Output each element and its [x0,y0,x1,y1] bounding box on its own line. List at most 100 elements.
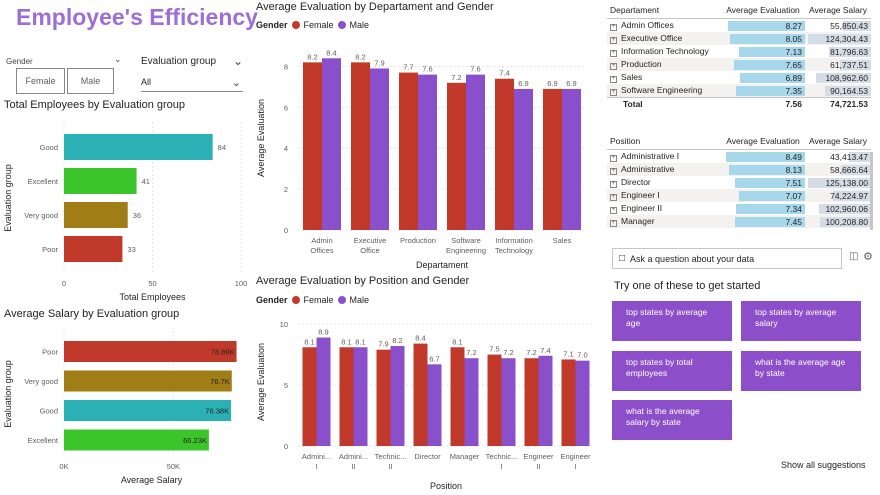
qa-input[interactable]: □ Ask a question about your data [612,248,842,269]
data-label: 7.5 [489,345,499,354]
table-row[interactable]: + Software Engineering 7.35 90,164.53 [607,84,871,97]
emp-chart-title: Total Employees by Evaluation group [4,99,185,111]
x-tick-label: 0K [59,462,68,471]
pos-table-scrollbar[interactable] [870,152,873,230]
suggestion-button[interactable]: what is the average salary by state [612,400,732,440]
column-header[interactable]: Position [607,136,721,146]
expand-icon[interactable]: + [610,220,617,227]
bar [64,202,128,228]
data-label: 8.4 [415,334,425,343]
expand-icon[interactable]: + [610,89,617,96]
pos-table: Position Average Evaluation Average Salary… [607,133,871,228]
column-header[interactable]: Departament [607,5,721,15]
pos-legend-male[interactable]: Male [350,295,370,305]
row-label: + Executive Office [607,33,721,44]
eval-slicer-label: Evaluation group [141,56,217,67]
y-axis-label: Evaluation group [3,164,13,232]
column-header[interactable]: Average Salary [805,5,871,15]
dept-legend-female[interactable]: Female [304,20,334,30]
table-row[interactable]: + Director 7.51 125,138.00 [607,176,871,189]
y-tick-label: Poor [42,348,58,357]
table-row[interactable]: + Information Technology 7.13 81,796.63 [607,45,871,58]
bar [64,236,123,262]
column-header[interactable]: Average Evaluation [721,136,805,146]
avg-evaluation-cell: 8.49 [721,151,805,162]
convert-icon[interactable]: ◫ [849,251,858,262]
y-tick-label: 10 [280,320,288,329]
gender-female-button[interactable]: Female [16,68,65,94]
gender-male-button[interactable]: Male [67,68,114,94]
expand-icon[interactable]: + [610,181,617,188]
table-row[interactable]: + Engineer I 7.07 74,224.97 [607,189,871,202]
sal-chart-title: Average Salary by Evaluation group [4,308,180,320]
expand-icon[interactable]: + [610,207,617,214]
table-row[interactable]: + Executive Office 8.05 124,304.43 [607,32,871,45]
emp-chart: 0 50 100 Good 84 Excellent 41 Very good 36 Poor 33… [3,122,248,302]
avg-evaluation-cell: 6.89 [721,72,805,83]
dept-legend-male[interactable]: Male [350,20,370,30]
pos-legend-title: Gender [256,295,288,305]
suggestion-button[interactable]: top states by average age [612,301,732,341]
eval-slicer-chevron-icon[interactable]: ⌄ [233,54,243,68]
x-tick-label: Admini... [339,452,368,461]
data-label: 7.2 [503,348,513,357]
table-row[interactable]: + Administrative I 8.49 43,413.47 [607,150,871,163]
y-tick-label: 0 [284,442,288,451]
data-label: 8.2 [355,52,365,61]
gender-chevron-icon[interactable]: ⌄ [114,54,122,65]
data-label: 66.23K [183,436,207,445]
dropdown-chevron-icon: ⌄ [231,76,241,89]
bar [303,62,322,230]
x-axis-label: Average Salary [121,475,183,485]
avg-evaluation-cell: 7.34 [721,203,805,214]
bar [501,358,516,446]
x-tick-label: Technic... [375,452,407,461]
bar [316,337,331,446]
data-label: 8.1 [304,337,314,346]
expand-icon[interactable]: + [610,76,617,83]
suggestion-button[interactable]: what is the average age by state [741,351,861,391]
x-tick-label: Manager [450,452,480,461]
column-header[interactable]: Average Evaluation [721,5,805,15]
eval-slicer-dropdown[interactable]: All ⌄ [141,73,243,92]
expand-icon[interactable]: + [610,168,617,175]
data-label: 7.2 [466,348,476,357]
avg-evaluation-cell: 7.51 [721,177,805,188]
expand-icon[interactable]: + [610,50,617,57]
data-label: 41 [142,177,150,186]
avg-salary-cell: 108,962.60 [805,72,871,83]
table-row[interactable]: + Engineer II 7.34 102,960.06 [607,202,871,215]
table-row[interactable]: + Sales 6.89 108,962.60 [607,71,871,84]
x-tick-label: 100 [235,279,248,288]
expand-icon[interactable]: + [610,194,617,201]
expand-icon[interactable]: + [610,63,617,70]
sal-chart: 0K 50K Poor 78.89K Very good 76.7K Good 76.38K E… [3,331,237,485]
gear-icon[interactable]: ⚙ [863,250,873,263]
bar [376,349,391,446]
expand-icon[interactable]: + [610,24,617,31]
bar [575,360,590,446]
column-header[interactable]: Average Salary [805,136,871,146]
table-row[interactable]: + Manager 7.45 100,208.80 [607,215,871,228]
show-all-suggestions-link[interactable]: Show all suggestions [781,460,866,470]
x-tick-label: Software [451,236,481,245]
table-row[interactable]: + Admin Offices 8.27 55,850.43 [607,19,871,32]
table-row[interactable]: + Production 7.65 61,737.51 [607,58,871,71]
suggestion-button[interactable]: top states by average salary [741,301,861,341]
qa-placeholder: Ask a question about your data [630,253,755,264]
row-label: + Administrative I [607,151,721,162]
bar [353,347,368,446]
expand-icon[interactable]: + [610,37,617,44]
row-name: Manager [621,216,655,226]
data-label: 33 [127,245,135,254]
x-tick-label: I [315,462,317,471]
eval-slicer-value: All [141,77,152,87]
table-row[interactable]: + Administrative 8.13 58,666.64 [607,163,871,176]
bar [64,370,232,392]
pos-legend-female[interactable]: Female [304,295,334,305]
data-label: 76.7K [210,377,230,386]
expand-icon[interactable]: + [610,155,617,162]
suggestion-button[interactable]: top states by total employees [612,351,732,391]
data-label: 7.0 [577,351,587,360]
bar [562,88,581,230]
